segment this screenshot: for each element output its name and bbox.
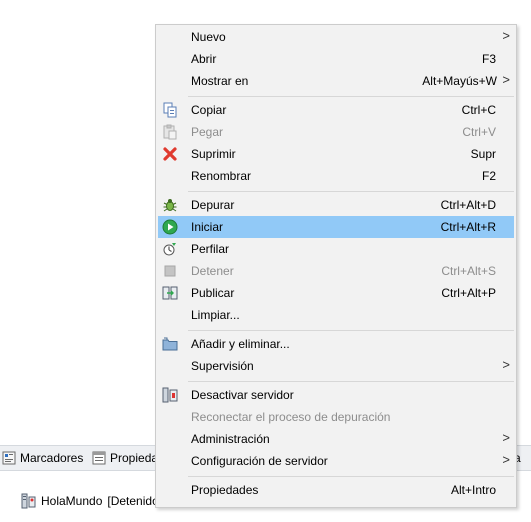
menu-item-label: Nuevo (191, 30, 226, 44)
menu-item-shortcut: Supr (470, 147, 496, 161)
menu-item-label: Reconectar el proceso de depuración (191, 410, 391, 424)
menu-item-renombrar[interactable]: Renombrar F2 (158, 165, 514, 187)
menu-item-shortcut: F2 (481, 169, 496, 183)
server-icon (21, 493, 36, 509)
tab-propiedades-label: Propieda (110, 451, 159, 465)
menu-item-limpiar[interactable]: Limpiar... (158, 304, 514, 326)
chevron-right-icon: > (502, 452, 510, 467)
paste-icon (163, 124, 177, 140)
menu-item-label: Pegar (191, 125, 224, 139)
tab-propiedades[interactable]: Propieda (92, 446, 158, 470)
menu-item-supervision[interactable]: Supervisión > (158, 355, 514, 377)
menu-item-label: Limpiar... (191, 308, 240, 322)
menu-item-label: Propiedades (191, 483, 259, 497)
menu-item-pegar[interactable]: Pegar Ctrl+V (158, 121, 514, 143)
menu-item-administracion[interactable]: Administración > (158, 428, 514, 450)
menu-item-label: Supervisión (191, 359, 254, 373)
menu-item-depurar[interactable]: Depurar Ctrl+Alt+D (158, 194, 514, 216)
menu-item-label: Administración (191, 432, 270, 446)
menu-item-label: Renombrar (191, 169, 252, 183)
menu-item-label: Perfilar (191, 242, 230, 256)
menu-item-mostrar-en[interactable]: Mostrar en Alt+Mayús+W > (158, 70, 514, 92)
server-entry[interactable]: HolaMundo [Detenido] (20, 491, 162, 511)
server-status: [Detenido] (107, 494, 163, 508)
context-menu: Nuevo > Abrir F3 Mostrar en Alt+Mayús+W … (155, 24, 517, 508)
menu-item-label: Desactivar servidor (191, 388, 294, 402)
chevron-right-icon: > (502, 28, 510, 43)
server-disable-icon (162, 387, 178, 403)
tab-marcadores-label: Marcadores (20, 451, 84, 465)
menu-item-desactivar-servidor[interactable]: Desactivar servidor (158, 384, 514, 406)
menu-item-suprimir[interactable]: Suprimir Supr (158, 143, 514, 165)
add-remove-projects-icon (162, 337, 178, 351)
copy-icon (163, 102, 177, 118)
menu-item-label: Configuración de servidor (191, 454, 328, 468)
debug-bug-icon (163, 199, 177, 212)
menu-item-abrir[interactable]: Abrir F3 (158, 48, 514, 70)
publish-icon (162, 286, 178, 300)
menu-item-shortcut: Ctrl+V (462, 125, 496, 139)
menu-separator (188, 381, 514, 382)
menu-item-reconectar[interactable]: Reconectar el proceso de depuración (158, 406, 514, 428)
menu-item-configuracion-servidor[interactable]: Configuración de servidor > (158, 450, 514, 472)
tab-marcadores[interactable]: Marcadores (2, 446, 83, 470)
menu-item-label: Publicar (191, 286, 235, 300)
menu-item-anadir-eliminar[interactable]: Añadir y eliminar... (158, 333, 514, 355)
stop-icon (164, 265, 176, 277)
menu-item-shortcut: Ctrl+Alt+S (441, 264, 496, 278)
menu-item-shortcut: Ctrl+Alt+P (441, 286, 496, 300)
menu-item-label: Copiar (191, 103, 227, 117)
menu-item-iniciar[interactable]: Iniciar Ctrl+Alt+R (158, 216, 514, 238)
chevron-right-icon: > (502, 357, 510, 372)
menu-item-shortcut: Alt+Intro (450, 483, 496, 497)
menu-item-label: Detener (191, 264, 234, 278)
menu-item-nuevo[interactable]: Nuevo > (158, 26, 514, 48)
menu-item-shortcut: Ctrl+C (461, 103, 496, 117)
menu-item-detener[interactable]: Detener Ctrl+Alt+S (158, 260, 514, 282)
menu-item-shortcut: Ctrl+Alt+D (440, 198, 496, 212)
menu-item-label: Depurar (191, 198, 235, 212)
properties-icon (92, 451, 106, 465)
menu-separator (188, 330, 514, 331)
delete-icon (163, 147, 177, 161)
run-icon (162, 219, 178, 235)
menu-separator (188, 191, 514, 192)
menu-item-shortcut: Ctrl+Alt+R (440, 220, 496, 234)
menu-item-label: Abrir (191, 52, 217, 66)
server-name: HolaMundo (41, 494, 103, 508)
menu-item-label: Añadir y eliminar... (191, 337, 290, 351)
profile-icon (163, 243, 176, 256)
menu-item-shortcut: Alt+Mayús+W (422, 74, 497, 88)
menu-item-propiedades[interactable]: Propiedades Alt+Intro (158, 479, 514, 501)
chevron-right-icon: > (502, 430, 510, 445)
menu-item-shortcut: F3 (481, 52, 496, 66)
menu-separator (188, 476, 514, 477)
menu-item-perfilar[interactable]: Perfilar (158, 238, 514, 260)
menu-separator (188, 96, 514, 97)
bookmarks-icon (2, 451, 16, 465)
menu-item-publicar[interactable]: Publicar Ctrl+Alt+P (158, 282, 514, 304)
menu-item-label: Mostrar en (191, 74, 249, 88)
menu-item-label: Suprimir (191, 147, 236, 161)
chevron-right-icon: > (502, 72, 510, 87)
menu-item-label: Iniciar (191, 220, 224, 234)
menu-item-copiar[interactable]: Copiar Ctrl+C (158, 99, 514, 121)
